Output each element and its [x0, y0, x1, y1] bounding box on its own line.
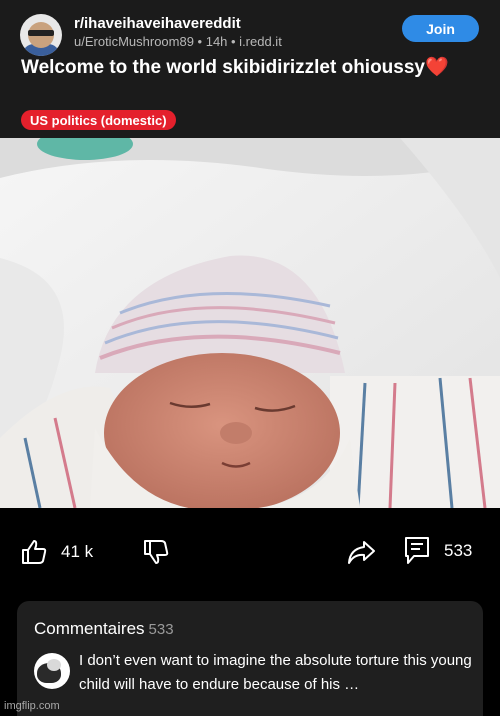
comments-heading-count: 533 [148, 621, 174, 638]
downvote-button[interactable] [142, 538, 170, 566]
post-title[interactable]: Welcome to the world skibidirizzlet ohio… [21, 57, 461, 79]
comment-icon [405, 537, 429, 564]
upvote-button[interactable]: 41 k [20, 538, 93, 566]
post-meta: u/EroticMushroom89 • 14h • i.redd.it [74, 34, 282, 49]
comments-button[interactable]: 533 [404, 536, 472, 566]
share-icon [348, 541, 375, 564]
post-image[interactable] [0, 138, 500, 508]
top-comment-text: I don’t even want to imagine the absolut… [79, 652, 472, 693]
comments-heading-label: Commentaires [34, 619, 145, 638]
post-action-bar: 41 k 533 [0, 530, 500, 574]
comments-heading: Commentaires 533 [34, 619, 174, 639]
post-title-text: Welcome to the world skibidirizzlet ohio… [21, 57, 425, 78]
imgflip-watermark: imgflip.com [4, 700, 60, 712]
subreddit-name[interactable]: r/ihaveihaveihavereddit [74, 15, 241, 32]
comments-preview[interactable]: Commentaires 533 I don’t even want to ima… [17, 601, 483, 716]
subreddit-avatar[interactable] [20, 14, 62, 56]
share-button[interactable] [346, 538, 376, 566]
newborn-baby-photo [0, 138, 500, 508]
join-button[interactable]: Join [402, 15, 479, 42]
upvote-count: 41 k [61, 542, 94, 561]
post-flair[interactable]: US politics (domestic) [21, 110, 176, 130]
heart-emoji: ❤️ [425, 57, 449, 78]
post-header: r/ihaveihaveihavereddit u/EroticMushroom… [0, 0, 500, 138]
thumbs-up-icon [22, 540, 47, 564]
comment-count: 533 [444, 541, 473, 560]
thumbs-down-icon [144, 540, 169, 564]
commenter-avatar[interactable] [34, 653, 70, 689]
